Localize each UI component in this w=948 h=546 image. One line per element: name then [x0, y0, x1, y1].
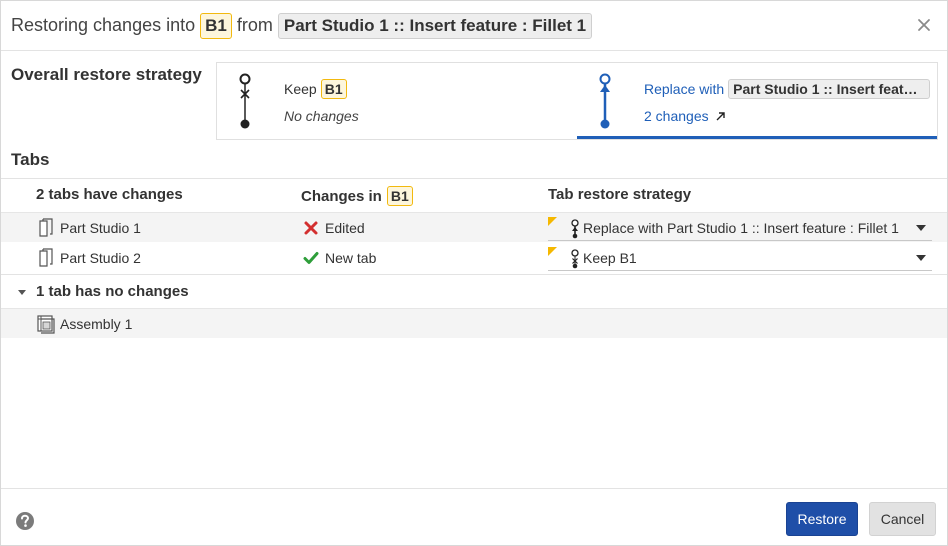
unchanged-tabs-label: 1 tab has no changes: [36, 283, 189, 300]
dialog-header: Restoring changes into B1 from Part Stud…: [1, 1, 947, 51]
replace-option-title: Replace with Part Studio 1 :: Insert fea…: [644, 79, 931, 99]
part-studio-icon: [39, 218, 53, 237]
x-icon: [304, 221, 318, 235]
replace-option[interactable]: Replace with Part Studio 1 :: Insert fea…: [577, 63, 937, 139]
tabs-heading: Tabs: [11, 150, 50, 169]
restore-dialog: Restoring changes into B1 from Part Stud…: [0, 0, 948, 546]
tab-name: Assembly 1: [60, 316, 133, 332]
keep-detail: No changes: [284, 108, 359, 124]
replace-source-badge: Part Studio 1 :: Insert feature : Fillet…: [728, 79, 931, 99]
close-icon[interactable]: [915, 16, 933, 34]
part-studio-icon: [39, 248, 53, 267]
strategy-options: Keep B1 No changes Replace with Part Stu…: [216, 62, 938, 140]
dialog-title: Restoring changes into B1 from Part Stud…: [11, 12, 593, 39]
tab-name-cell: Part Studio 2: [37, 243, 141, 273]
tab-name-cell: Assembly 1: [37, 309, 132, 339]
check-icon: [303, 252, 319, 264]
tab-name-cell: Part Studio 1: [37, 213, 141, 243]
tab-name: Part Studio 1: [60, 220, 141, 236]
restore-button[interactable]: Restore: [786, 502, 858, 536]
changes-in-label: Changes in: [301, 187, 382, 205]
footer-divider: [1, 488, 947, 489]
strategy-heading: Overall restore strategy: [11, 65, 202, 84]
collapse-chevron-icon[interactable]: [17, 289, 27, 296]
status-text: Edited: [325, 220, 365, 236]
keep-option-title: Keep B1: [284, 79, 347, 99]
tab-strategy-value: Replace with Part Studio 1 :: Insert fea…: [583, 220, 899, 236]
keep-version-badge: B1: [320, 79, 347, 99]
changes-link-label: 2 changes: [644, 108, 709, 124]
tab-strategy-select[interactable]: Replace with Part Studio 1 :: Insert fea…: [548, 215, 932, 241]
source-feature-badge: Part Studio 1 :: Insert feature : Fillet…: [277, 12, 593, 39]
keep-mini-icon: [571, 249, 579, 269]
tab-strategy-value: Keep B1: [583, 250, 637, 266]
table-row: Part Studio 2 New tab Keep B1: [1, 243, 947, 273]
title-prefix: Restoring changes into: [11, 15, 196, 35]
changes-in-version-badge: B1: [386, 186, 413, 206]
changed-flag-icon: [548, 247, 557, 256]
column-changes-in: Changes in B1: [301, 186, 413, 206]
keep-option[interactable]: Keep B1 No changes: [217, 63, 577, 139]
tabs-divider: [1, 178, 947, 179]
chevron-down-icon: [916, 255, 926, 261]
status-cell: Edited: [303, 213, 365, 243]
changes-link[interactable]: 2 changes: [644, 108, 726, 124]
tab-strategy-select[interactable]: Keep B1: [548, 245, 932, 271]
cancel-button[interactable]: Cancel: [869, 502, 936, 536]
column-changed-count: 2 tabs have changes: [36, 186, 183, 203]
chevron-down-icon: [916, 225, 926, 231]
column-tab-strategy: Tab restore strategy: [548, 186, 692, 203]
replace-timeline-icon: [599, 73, 611, 129]
keep-timeline-icon: [239, 73, 251, 129]
changed-flag-icon: [548, 217, 557, 226]
unchanged-tabs-header[interactable]: 1 tab has no changes: [1, 274, 947, 308]
replace-label: Replace with: [644, 81, 725, 97]
keep-label: Keep: [284, 81, 317, 97]
assembly-icon: [37, 315, 55, 334]
target-version-badge: B1: [200, 12, 232, 39]
table-row: Assembly 1: [1, 308, 947, 338]
help-icon[interactable]: [15, 511, 35, 531]
status-text: New tab: [325, 250, 377, 266]
tab-name: Part Studio 2: [60, 250, 141, 266]
title-from: from: [236, 15, 273, 35]
external-arrow-icon: [716, 111, 725, 120]
table-row: Part Studio 1 Edited Replace with Part S…: [1, 212, 947, 242]
status-cell: New tab: [303, 243, 376, 273]
replace-mini-icon: [571, 219, 579, 239]
